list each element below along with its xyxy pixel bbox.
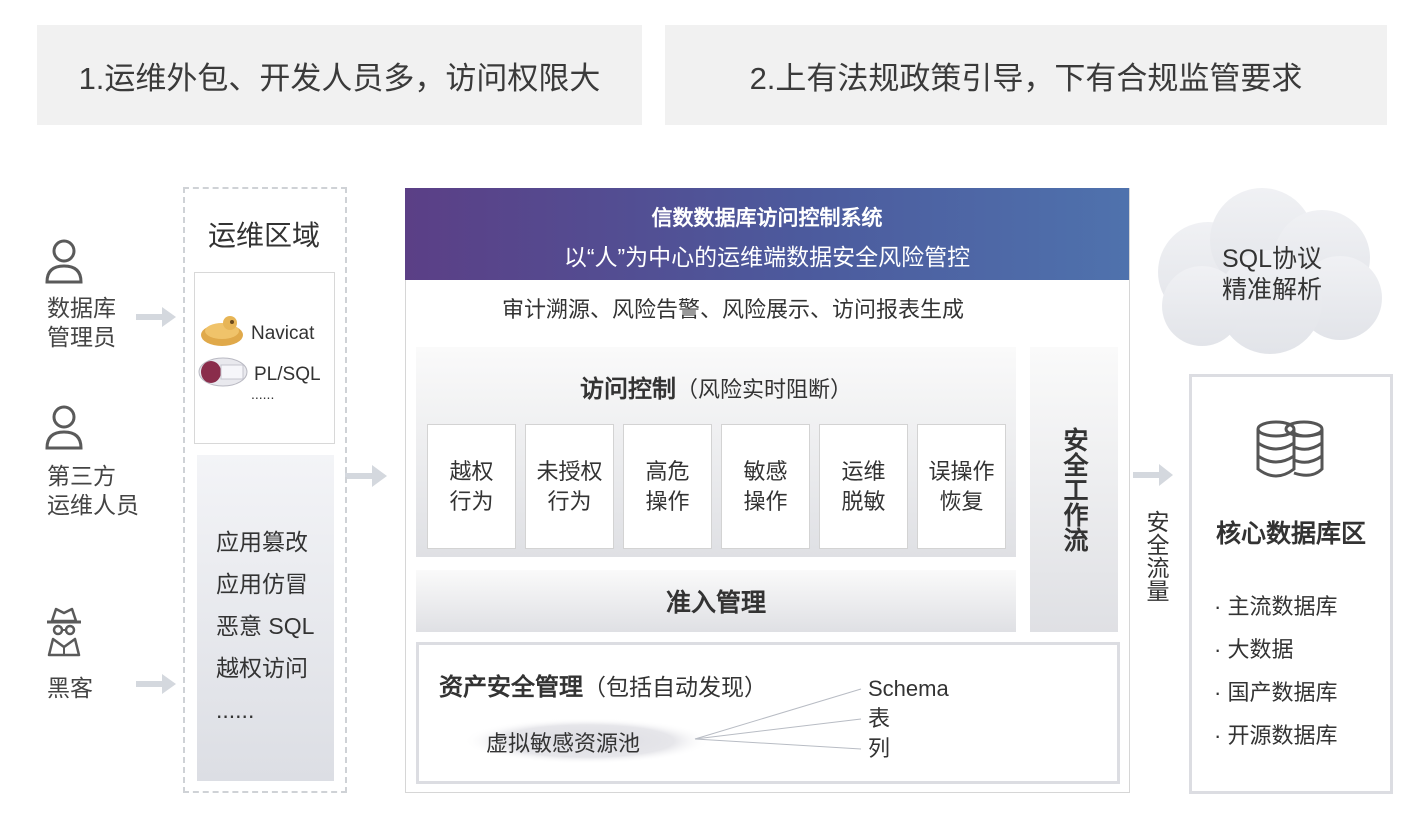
asset-target-list: Schema 表 列	[868, 674, 949, 764]
core-db-item: · 大数据	[1214, 637, 1294, 662]
core-db-list: · 主流数据库 · 大数据 · 国产数据库 · 开源数据库	[1214, 585, 1337, 757]
header-left-box: 1.运维外包、开发人员多，访问权限大	[37, 25, 642, 125]
tool-navicat: Navicat	[251, 323, 315, 344]
database-icon	[1256, 420, 1324, 478]
control-item-masking: 运维 脱敏	[819, 424, 908, 549]
asset-panel: 资产安全管理（包括自动发现） 虚拟敏感资源池 Schema 表 列	[416, 642, 1120, 784]
asset-pool: 虚拟敏感资源池	[486, 731, 641, 756]
workflow-panel: 安全工作流	[1030, 347, 1118, 632]
control-item-privilege-escalation: 越权 行为	[427, 424, 516, 549]
person-icon	[45, 239, 83, 284]
arrow-right-icon	[136, 674, 176, 694]
header-right-box: 2.上有法规政策引导，下有合规监管要求	[665, 25, 1387, 125]
admission-title: 准入管理	[665, 589, 766, 617]
tool-plsql: PL/SQL	[254, 364, 321, 385]
control-item-sensitive: 敏感 操作	[721, 424, 810, 549]
core-title: 核心数据库区	[1215, 520, 1366, 548]
core-db-zone: 核心数据库区 · 主流数据库 · 大数据 · 国产数据库 · 开源数据库	[1189, 374, 1393, 794]
threat-panel: 应用篡改 应用仿冒 恶意 SQL 越权访问 ......	[197, 455, 334, 781]
control-item-unauthorized: 未授权 行为	[525, 424, 614, 549]
asset-connector-lines	[694, 688, 862, 750]
navicat-logo-icon	[201, 316, 243, 346]
threat-list: 应用篡改 应用仿冒 恶意 SQL 越权访问 ......	[216, 521, 314, 731]
system-header: 信数数据库访问控制系统 以“人”为中心的运维端数据安全风险管控	[405, 188, 1129, 280]
core-db-item: · 开源数据库	[1214, 723, 1338, 748]
asset-title: 资产安全管理	[439, 674, 583, 701]
threat-item: 应用篡改	[216, 529, 308, 555]
ops-region-title: 运维区域	[207, 220, 320, 251]
header-right-text: 2.上有法规政策引导，下有合规监管要求	[749, 60, 1303, 96]
core-db-item: · 国产数据库	[1214, 680, 1338, 705]
user-thirdparty-label: 第三方 运维人员	[47, 463, 139, 518]
admission-panel: 准入管理	[416, 570, 1016, 632]
tools-box: Navicat PL/SQL ......	[194, 272, 335, 444]
access-control-title: 访问控制	[579, 376, 676, 403]
access-control-subtitle: （风险实时阻断）	[675, 377, 852, 402]
plsql-logo-icon	[198, 357, 248, 387]
threat-item: 恶意 SQL	[216, 613, 315, 639]
flow-label: 安全流量	[1143, 510, 1169, 602]
cloud-line2: 精准解析	[1221, 276, 1322, 304]
person-icon	[45, 405, 83, 450]
workflow-title: 安全工作流	[1060, 427, 1088, 552]
tool-more: ......	[251, 386, 275, 402]
arrow-right-icon	[136, 307, 176, 327]
system-functions: 审计溯源、风险告警、风险展示、访问报表生成	[501, 297, 964, 322]
threat-item: 应用仿冒	[216, 571, 308, 597]
control-item-high-risk: 高危 操作	[623, 424, 712, 549]
asset-target: 表	[868, 706, 891, 731]
threat-item: 越权访问	[216, 655, 308, 681]
arrow-right-icon	[1133, 464, 1173, 486]
asset-target: Schema	[868, 676, 949, 701]
threat-item: ......	[216, 697, 255, 723]
user-hacker-label: 黑客	[47, 675, 93, 701]
system-subtitle: 以“人”为中心的运维端数据安全风险管控	[563, 244, 971, 270]
access-control-heading: 访问控制（风险实时阻断）	[416, 369, 1016, 404]
core-db-item: · 主流数据库	[1214, 594, 1338, 619]
user-dba-label: 数据库 管理员	[47, 295, 116, 350]
system-title: 信数数据库访问控制系统	[651, 207, 883, 230]
cloud-line1: SQL协议	[1221, 245, 1323, 273]
cloud-text: SQL协议 精准解析	[1150, 244, 1394, 306]
control-item-recovery: 误操作 恢复	[917, 424, 1006, 549]
header-left-text: 1.运维外包、开发人员多，访问权限大	[78, 60, 601, 96]
asset-target: 列	[868, 736, 891, 761]
arrow-right-icon	[345, 465, 387, 487]
hacker-icon	[47, 607, 81, 657]
